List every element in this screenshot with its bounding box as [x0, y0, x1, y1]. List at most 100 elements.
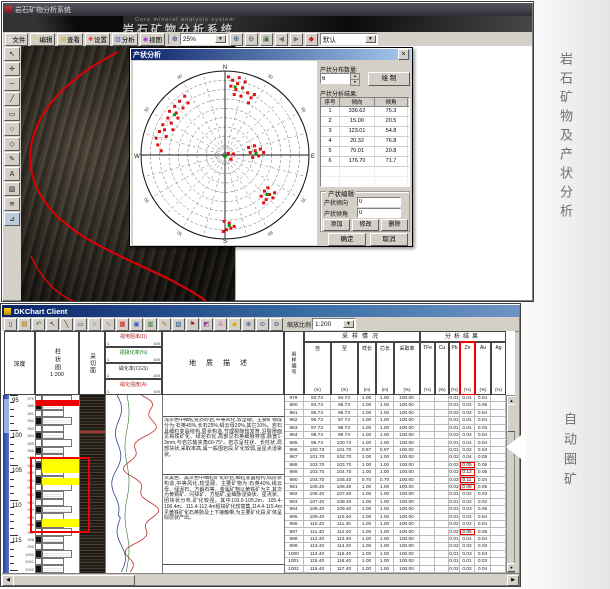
palette-tool-button[interactable]: ○ — [4, 122, 20, 136]
result-table-row: 6176.7071.7 — [321, 157, 409, 167]
palette-tool-button[interactable]: ≋ — [4, 197, 20, 211]
left-scroll-strip[interactable] — [3, 395, 9, 573]
open-icon[interactable]: ▤ — [18, 318, 31, 331]
palette-tool-button[interactable]: ⊿ — [4, 212, 20, 226]
toolbar-button[interactable]: ✎编辑 — [30, 33, 55, 46]
edit-action-button[interactable]: 修改 — [352, 219, 379, 231]
edit-icon[interactable]: ✎ — [158, 318, 171, 331]
data-cell — [491, 551, 506, 557]
palette-tool-button[interactable]: ─ — [4, 77, 20, 91]
scroll-down-arrow[interactable]: ▼ — [507, 563, 515, 572]
zoom-region-icon[interactable]: ⊙ — [256, 318, 269, 331]
data-cell: 1.00 — [376, 425, 394, 431]
palette-tool-button[interactable]: ▭ — [4, 107, 20, 121]
text-icon[interactable]: A — [214, 318, 227, 331]
edit-action-button[interactable]: 添加 — [323, 219, 350, 231]
star-icon[interactable]: ◆ — [228, 318, 241, 331]
scale-combo[interactable]: 1:200▼ — [312, 318, 356, 330]
combo-arrow-icon[interactable]: ▼ — [215, 35, 226, 43]
edit-action-button[interactable]: 删除 — [381, 219, 408, 231]
dip-angle-input[interactable] — [357, 208, 401, 218]
toolbar-button[interactable]: ✚设置 — [85, 33, 110, 46]
svg-text:S: S — [223, 239, 227, 245]
scroll-right-arrow[interactable]: ▶ — [507, 575, 519, 586]
palette-icon[interactable]: ◩ — [200, 318, 213, 331]
dip-direction-input[interactable] — [357, 197, 401, 207]
zoom-in-icon[interactable]: ⊕ — [230, 33, 243, 46]
zoom-out-icon[interactable]: ⊖ — [270, 318, 283, 331]
palette-tool-button[interactable]: ✎ — [4, 152, 20, 166]
toolbar-button[interactable]: ▯文件 — [5, 33, 28, 46]
data-cell: 983 — [284, 425, 304, 431]
toolbar-button[interactable]: ◉视图 — [140, 33, 165, 46]
palette-tool-button[interactable]: ╱ — [4, 92, 20, 106]
table-vscrollbar[interactable]: ▲ ▼ — [506, 395, 515, 573]
zoom-in-icon[interactable]: ⊕ — [242, 318, 255, 331]
dip-angle-label: 产状倾角 — [324, 209, 348, 218]
zoom-out-icon[interactable]: ⊖ — [245, 33, 258, 46]
flag-icon[interactable]: ⚑ — [186, 318, 199, 331]
left-scroll-slider[interactable] — [4, 399, 9, 433]
line-icon[interactable]: ╲ — [60, 318, 73, 331]
undo-icon[interactable]: ↶ — [32, 318, 45, 331]
scheme-combo[interactable]: 默认▼ — [320, 33, 378, 45]
new-icon[interactable]: ▯ — [4, 318, 17, 331]
data-cell — [435, 491, 449, 497]
dialog-close-button[interactable]: × — [398, 49, 409, 60]
chart-icon[interactable]: ▥ — [144, 318, 157, 331]
data-cell: 992 — [284, 491, 304, 497]
combo-arrow-icon[interactable]: ▼ — [365, 35, 376, 43]
data-cell: 1.00 — [358, 558, 376, 564]
data-cell: 1.00 — [358, 514, 376, 520]
data-cell: 102.70 — [304, 462, 331, 468]
cancel-button[interactable]: 取消 — [370, 233, 408, 246]
rect-icon[interactable]: ▭ — [74, 318, 87, 331]
table-row: 995109.40110.401.001.00100.000.010.010.0… — [284, 514, 506, 521]
scroll-slider[interactable] — [13, 575, 135, 586]
toolbar-button[interactable]: ▤查看 — [57, 33, 83, 46]
palette-tool-button[interactable]: ↖ — [4, 47, 20, 61]
ellipse-icon[interactable]: ○ — [88, 318, 101, 331]
data-cell: 102.70 — [331, 454, 358, 460]
palette-tool-button[interactable]: ✛ — [4, 62, 20, 76]
scroll-slider[interactable] — [507, 404, 515, 432]
table-icon[interactable]: ▧ — [172, 318, 185, 331]
data-cell: 994 — [284, 506, 304, 512]
sample-id-label: 1002 — [25, 566, 34, 573]
result-cell: 4 — [321, 137, 340, 146]
next-icon[interactable]: ▶ — [290, 33, 303, 46]
toolbar-button[interactable]: ▥分析 — [112, 33, 138, 46]
data-cell: 111.40 — [304, 529, 331, 535]
color-grid-icon[interactable]: ▦ — [116, 318, 129, 331]
zoom-level-combo[interactable]: 25%▼ — [180, 33, 228, 45]
svg-text:W: W — [134, 154, 140, 160]
curve-icon[interactable]: ∿ — [102, 318, 115, 331]
data-cell: 0.04 — [475, 477, 491, 483]
data-cell: 995 — [284, 514, 304, 520]
marker-icon[interactable]: ◆ — [305, 33, 318, 46]
palette-tool-button[interactable]: ◇ — [4, 137, 20, 151]
table-row: 986100.73101.700.970.97100.000.010.020.0… — [284, 447, 506, 454]
data-cell: 100.00 — [394, 529, 420, 535]
plot-button[interactable]: 绘 制 — [368, 72, 410, 86]
count-spin-down[interactable]: ▼ — [350, 79, 360, 86]
data-cell: 1.00 — [376, 395, 394, 401]
palette-tool-button[interactable]: ▨ — [4, 182, 20, 196]
result-cell: 70.01 — [340, 147, 375, 156]
table-row: 992106.40107.401.001.00100.000.010.020.0… — [284, 491, 506, 498]
hscrollbar[interactable]: ◀ ▶ — [2, 573, 519, 585]
data-cell — [420, 536, 435, 542]
data-cell: 100.73 — [304, 447, 331, 453]
curve-header: 视极化率(%)1100 — [105, 347, 162, 363]
fit-window-icon[interactable]: ▣ — [260, 33, 273, 46]
count-input[interactable] — [320, 73, 350, 84]
data-cell — [491, 543, 506, 549]
combo-arrow-icon[interactable]: ▼ — [343, 320, 354, 328]
palette-tool-button[interactable]: A — [4, 167, 20, 181]
depth-label: 95 — [12, 398, 19, 404]
save-icon[interactable]: ▣ — [130, 318, 143, 331]
result-table-row: 1336.6275.3 — [321, 107, 409, 117]
ok-button[interactable]: 确定 — [328, 233, 366, 246]
prev-icon[interactable]: ◀ — [275, 33, 288, 46]
pointer-icon[interactable]: ↖ — [46, 318, 59, 331]
